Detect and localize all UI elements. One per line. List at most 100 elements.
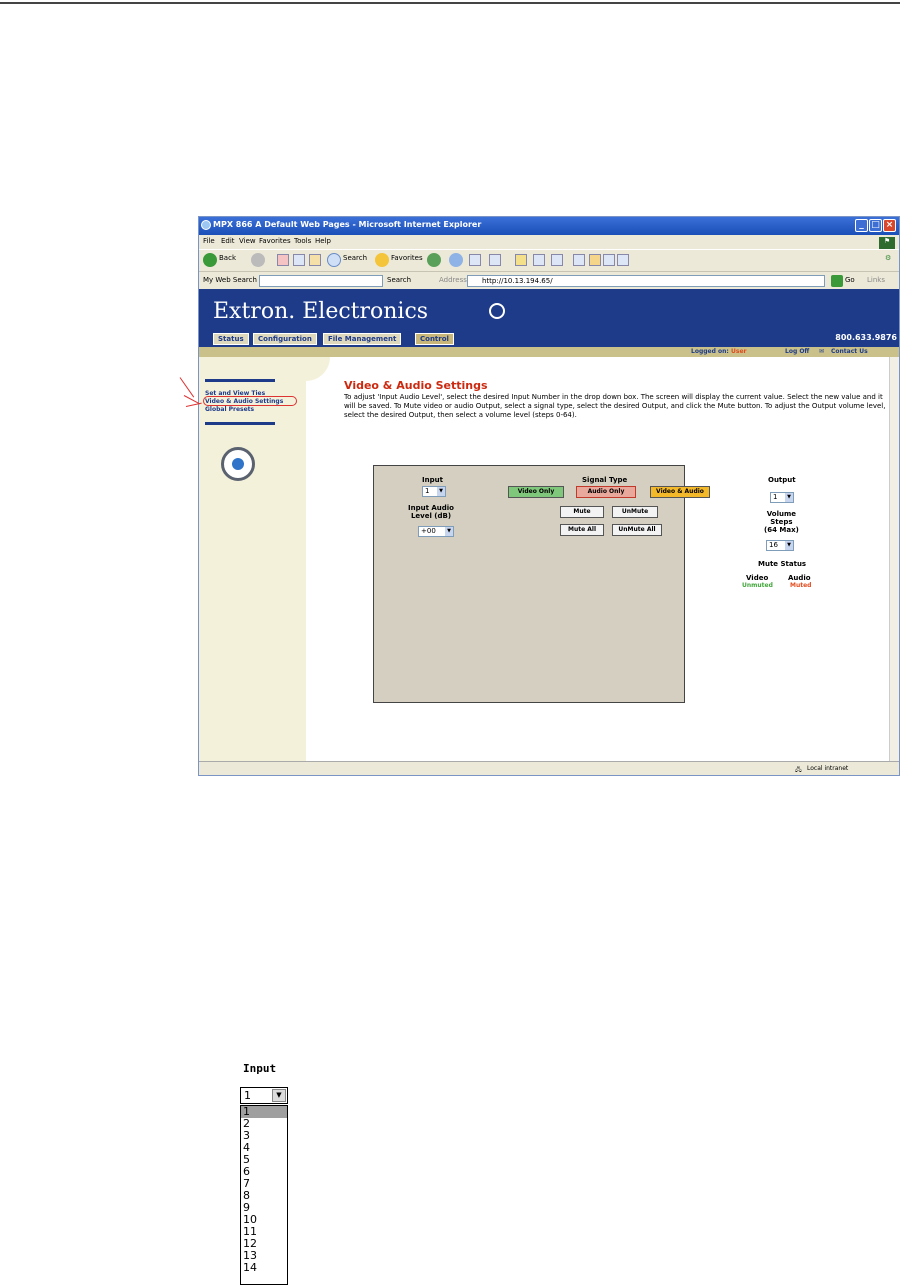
- log-off-link[interactable]: Log Off: [785, 348, 809, 355]
- unmute-all-button[interactable]: UnMute All: [612, 524, 662, 536]
- messenger-icon[interactable]: [551, 254, 563, 266]
- brand-logo: Extron. Electronics: [213, 299, 429, 324]
- toolbar: Back Search Favorites ⚙: [199, 249, 899, 272]
- mute-status-video-label: Video: [746, 574, 769, 582]
- input-audio-select[interactable]: +00 ▼: [418, 526, 454, 537]
- maximize-button[interactable]: □: [869, 219, 882, 232]
- dropdown-input-select[interactable]: 1 ▼: [240, 1087, 288, 1104]
- status-bar: 🖧 Local intranet: [199, 761, 899, 775]
- minimize-button[interactable]: _: [855, 219, 868, 232]
- dropdown-option[interactable]: 14: [241, 1262, 287, 1274]
- close-button[interactable]: ×: [883, 219, 896, 232]
- web-search-button[interactable]: Search: [387, 276, 411, 284]
- menu-bar: File Edit View Favorites Tools Help ⚑: [199, 235, 899, 250]
- vertical-scrollbar[interactable]: [889, 357, 899, 761]
- chevron-down-icon: ▼: [445, 527, 453, 536]
- output-label: Output: [768, 476, 796, 484]
- page-description: To adjust 'Input Audio Level', select th…: [344, 393, 886, 419]
- edit-icon[interactable]: [489, 254, 501, 266]
- forward-icon[interactable]: [251, 253, 265, 267]
- unmute-button[interactable]: UnMute: [612, 506, 658, 518]
- menu-favorites[interactable]: Favorites: [259, 237, 291, 245]
- toolbar-extra-icon[interactable]: [617, 254, 629, 266]
- home-icon[interactable]: [309, 254, 321, 266]
- input-select[interactable]: 1 ▼: [422, 486, 446, 497]
- globe-icon: [489, 303, 505, 319]
- smiley-icon[interactable]: [589, 254, 601, 266]
- signal-type-label: Signal Type: [582, 476, 628, 484]
- output-select[interactable]: 1 ▼: [770, 492, 794, 503]
- mail-icon: ✉: [819, 348, 825, 355]
- folder-icon[interactable]: [515, 254, 527, 266]
- search-icon[interactable]: [327, 253, 341, 267]
- toolbar-overflow-icon[interactable]: ⚙: [885, 254, 891, 262]
- my-web-search-label: My Web Search: [203, 276, 257, 284]
- back-label[interactable]: Back: [219, 254, 236, 262]
- mute-status-label: Mute Status: [758, 560, 807, 568]
- extron-seal-logo: [221, 447, 255, 481]
- play-icon[interactable]: [603, 254, 615, 266]
- links-label[interactable]: Links: [867, 276, 885, 284]
- ie-icon: [201, 220, 211, 230]
- dropdown-options-list: 1 2 3 4 5 6 7 8 9 10 11 12 13 14: [240, 1105, 288, 1285]
- history-icon[interactable]: [427, 253, 441, 267]
- audio-mute-status: Muted: [790, 582, 812, 589]
- page-top-rule: [0, 2, 900, 4]
- go-label[interactable]: Go: [845, 276, 855, 284]
- zone-label: Local intranet: [807, 765, 849, 772]
- callout-line: [179, 377, 195, 398]
- info-bar: Logged on: User Log Off ✉ Contact Us: [199, 347, 899, 357]
- mail-icon[interactable]: [449, 253, 463, 267]
- browser-window: MPX 866 A Default Web Pages - Microsoft …: [198, 216, 900, 776]
- input-label: Input: [422, 476, 443, 484]
- refresh-icon[interactable]: [293, 254, 305, 266]
- address-bar: My Web Search Search Address http://10.1…: [199, 271, 899, 290]
- favorites-star-icon[interactable]: [375, 253, 389, 267]
- audio-only-button[interactable]: Audio Only: [576, 486, 636, 498]
- sidebar: Set and View Ties Video & Audio Settings…: [199, 357, 306, 761]
- go-arrow-icon[interactable]: [831, 275, 843, 287]
- tab-control[interactable]: Control: [415, 333, 454, 345]
- volume-select[interactable]: 16 ▼: [766, 540, 794, 551]
- menu-view[interactable]: View: [239, 237, 256, 245]
- intranet-icon: 🖧: [795, 766, 802, 773]
- search-label[interactable]: Search: [343, 254, 367, 262]
- contact-us-link[interactable]: Contact Us: [831, 348, 868, 355]
- favorites-label[interactable]: Favorites: [391, 254, 423, 262]
- video-only-button[interactable]: Video Only: [508, 486, 564, 498]
- menu-help[interactable]: Help: [315, 237, 331, 245]
- video-audio-button[interactable]: Video & Audio: [650, 486, 710, 498]
- research-icon[interactable]: [533, 254, 545, 266]
- chevron-down-icon: ▼: [437, 487, 445, 496]
- dropdown-input-label: Input: [243, 1062, 277, 1075]
- menu-edit[interactable]: Edit: [221, 237, 235, 245]
- web-search-input[interactable]: [259, 275, 383, 287]
- tab-file-management[interactable]: File Management: [323, 333, 402, 345]
- window-title: MPX 866 A Default Web Pages - Microsoft …: [213, 220, 482, 229]
- logged-on-user: User: [731, 348, 747, 355]
- menu-file[interactable]: File: [203, 237, 215, 245]
- chevron-down-icon: ▼: [785, 541, 793, 550]
- tab-configuration[interactable]: Configuration: [253, 333, 317, 345]
- input-audio-label: Input Audio Level (dB): [408, 504, 454, 520]
- back-icon[interactable]: [203, 253, 217, 267]
- output-select-value: 1: [773, 493, 778, 501]
- address-input[interactable]: http://10.13.194.65/: [467, 275, 825, 287]
- dropdown-selected-value: 1: [244, 1089, 251, 1102]
- media-icon[interactable]: [573, 254, 585, 266]
- mute-button[interactable]: Mute: [560, 506, 604, 518]
- tab-status[interactable]: Status: [213, 333, 249, 345]
- volume-select-value: 16: [769, 541, 778, 549]
- content-corner: [306, 357, 330, 381]
- settings-panel: Input 1 ▼ Input Audio Level (dB) +00 ▼ S…: [373, 465, 811, 703]
- mute-status-audio-label: Audio: [788, 574, 811, 582]
- page-title: Video & Audio Settings: [344, 379, 488, 392]
- chevron-down-icon[interactable]: ▼: [272, 1089, 286, 1102]
- mute-all-button[interactable]: Mute All: [560, 524, 604, 536]
- print-icon[interactable]: [469, 254, 481, 266]
- video-mute-status: Unmuted: [742, 582, 773, 589]
- stop-icon[interactable]: [277, 254, 289, 266]
- menu-tools[interactable]: Tools: [294, 237, 311, 245]
- input-audio-value: +00: [421, 527, 436, 535]
- sidebar-item-global-presets[interactable]: Global Presets: [205, 406, 254, 413]
